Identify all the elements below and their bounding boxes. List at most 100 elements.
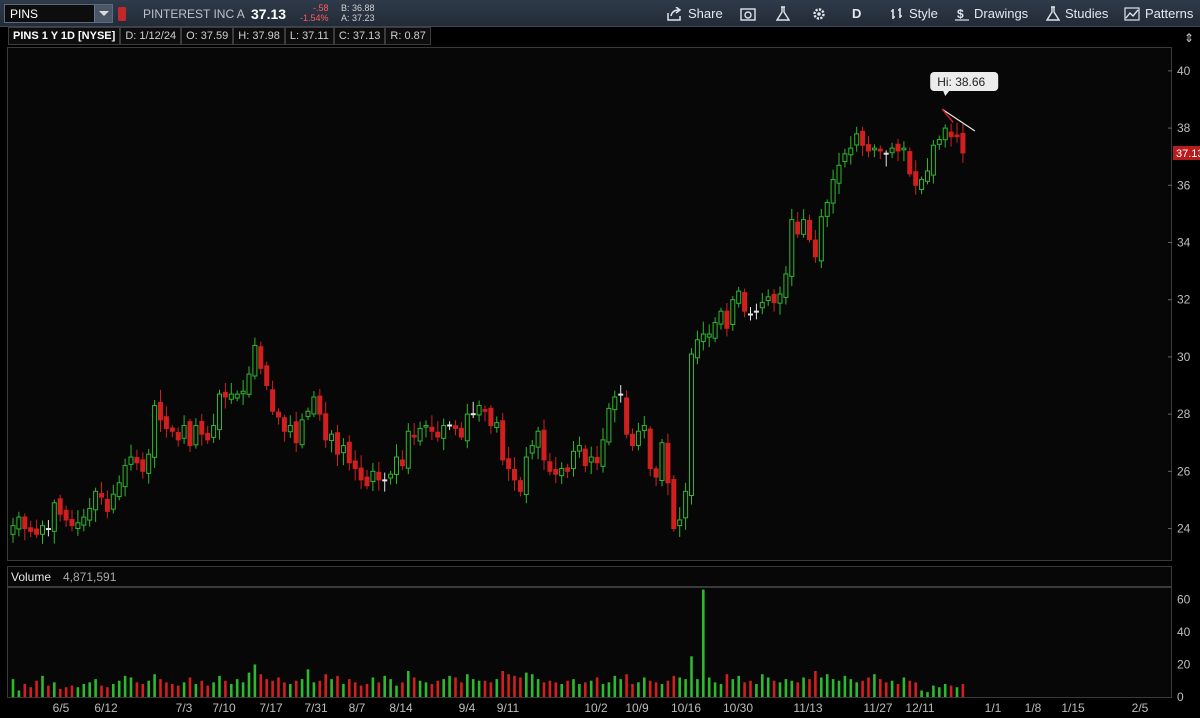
candle-body [948,131,954,138]
high-callout-label: Hi: 38.66 [937,75,985,89]
date-tick-label: 8/7 [349,701,366,715]
candle-body [789,219,795,277]
volume-tick-label: 40 [1177,625,1191,639]
candle-body [830,179,836,204]
volume-bar [106,687,109,697]
candle-body [464,413,470,442]
price-tick-label: 30 [1177,350,1191,364]
volume-bar [212,682,215,697]
volume-bar [625,674,628,697]
volume-bar [348,679,351,697]
candle-body [523,456,529,495]
candle-body [582,448,588,467]
candle-body [653,468,659,478]
candle-body [193,425,199,446]
candle-body [270,389,276,412]
volume-bar [117,680,121,697]
volume-bar [318,680,322,697]
volume-bar [412,677,416,697]
candle-body [700,333,706,342]
candle-body [783,273,789,298]
candle-body [724,310,730,329]
volume-bar [926,692,929,697]
volume-bar [690,656,693,697]
candle-body [57,498,63,515]
volume-bar [294,680,298,697]
candle-body [576,445,582,452]
volume-bar [436,680,440,697]
candle-body [919,179,925,191]
date-tick-label: 1/15 [1061,701,1085,715]
volume-bar [560,683,563,697]
volume-bar [35,680,38,697]
candle-body [559,467,565,477]
candle-body [671,479,677,530]
volume-bar [825,674,829,697]
candle-body [128,456,134,465]
candle-body [264,365,270,387]
high-callout-pointer [943,91,950,96]
price-chart[interactable]: 24 26 28 30 32 34 36 38 40 0 20 40 60 6/5 6/12 7/3 7/10 7… [0,0,1200,718]
volume-bar [365,683,369,697]
candle-body [942,127,948,141]
date-tick-label: 10/2 [584,701,608,715]
volume-bar [112,683,115,697]
candle-body [925,170,930,182]
candle-body [635,430,641,446]
candle-body [16,516,22,530]
candle-body [211,425,217,438]
volume-bar [460,682,463,697]
volume-bar [29,687,32,697]
volume-bar [914,682,917,697]
candle-body [370,470,376,483]
price-tick-label: 32 [1177,293,1191,307]
candle-body [335,432,340,455]
candle-body [677,519,683,527]
volume-bar [300,679,304,697]
candle-body [405,430,411,469]
candle-body [228,393,234,400]
volume-bar [271,680,274,697]
candle-body [240,390,246,395]
candle-body [866,144,871,152]
volume-bar [82,683,86,697]
candle-body [417,427,423,442]
volume-bar [76,687,80,697]
candle-body [75,522,81,530]
candle-body [305,410,311,418]
volume-tick-label: 60 [1177,592,1191,606]
candle-body [234,393,240,399]
candle-body [753,310,759,313]
volume-bar [495,679,499,697]
volume-bar [94,679,97,697]
date-tick-label: 7/3 [176,701,193,715]
volume-bar [206,685,209,697]
candle-body [694,339,700,359]
date-tick-label: 7/31 [304,701,328,715]
candle-body [352,460,358,469]
candle-body [382,479,388,482]
candle-body [600,439,606,467]
volume-bar [867,677,870,697]
candle-body [299,419,305,446]
candle-body [458,427,464,438]
volume-bar [176,685,180,697]
volume-bar [218,675,221,697]
candle-body [907,151,913,175]
price-tick-label: 26 [1177,464,1191,478]
volume-bar [513,675,516,697]
candle-body [954,134,960,138]
candle-body [293,421,299,444]
volume-bar [536,679,540,697]
candle-body [506,458,512,469]
candle-body [736,290,742,304]
volume-bar [430,683,434,697]
volume-bar [159,679,162,697]
volume-bar [578,683,581,697]
candle-body [748,313,753,316]
volume-bar [713,682,717,697]
date-tick-label: 12/11 [905,701,934,715]
candle-body [860,130,866,146]
volume-bar [530,674,534,697]
candle-body [69,519,75,527]
